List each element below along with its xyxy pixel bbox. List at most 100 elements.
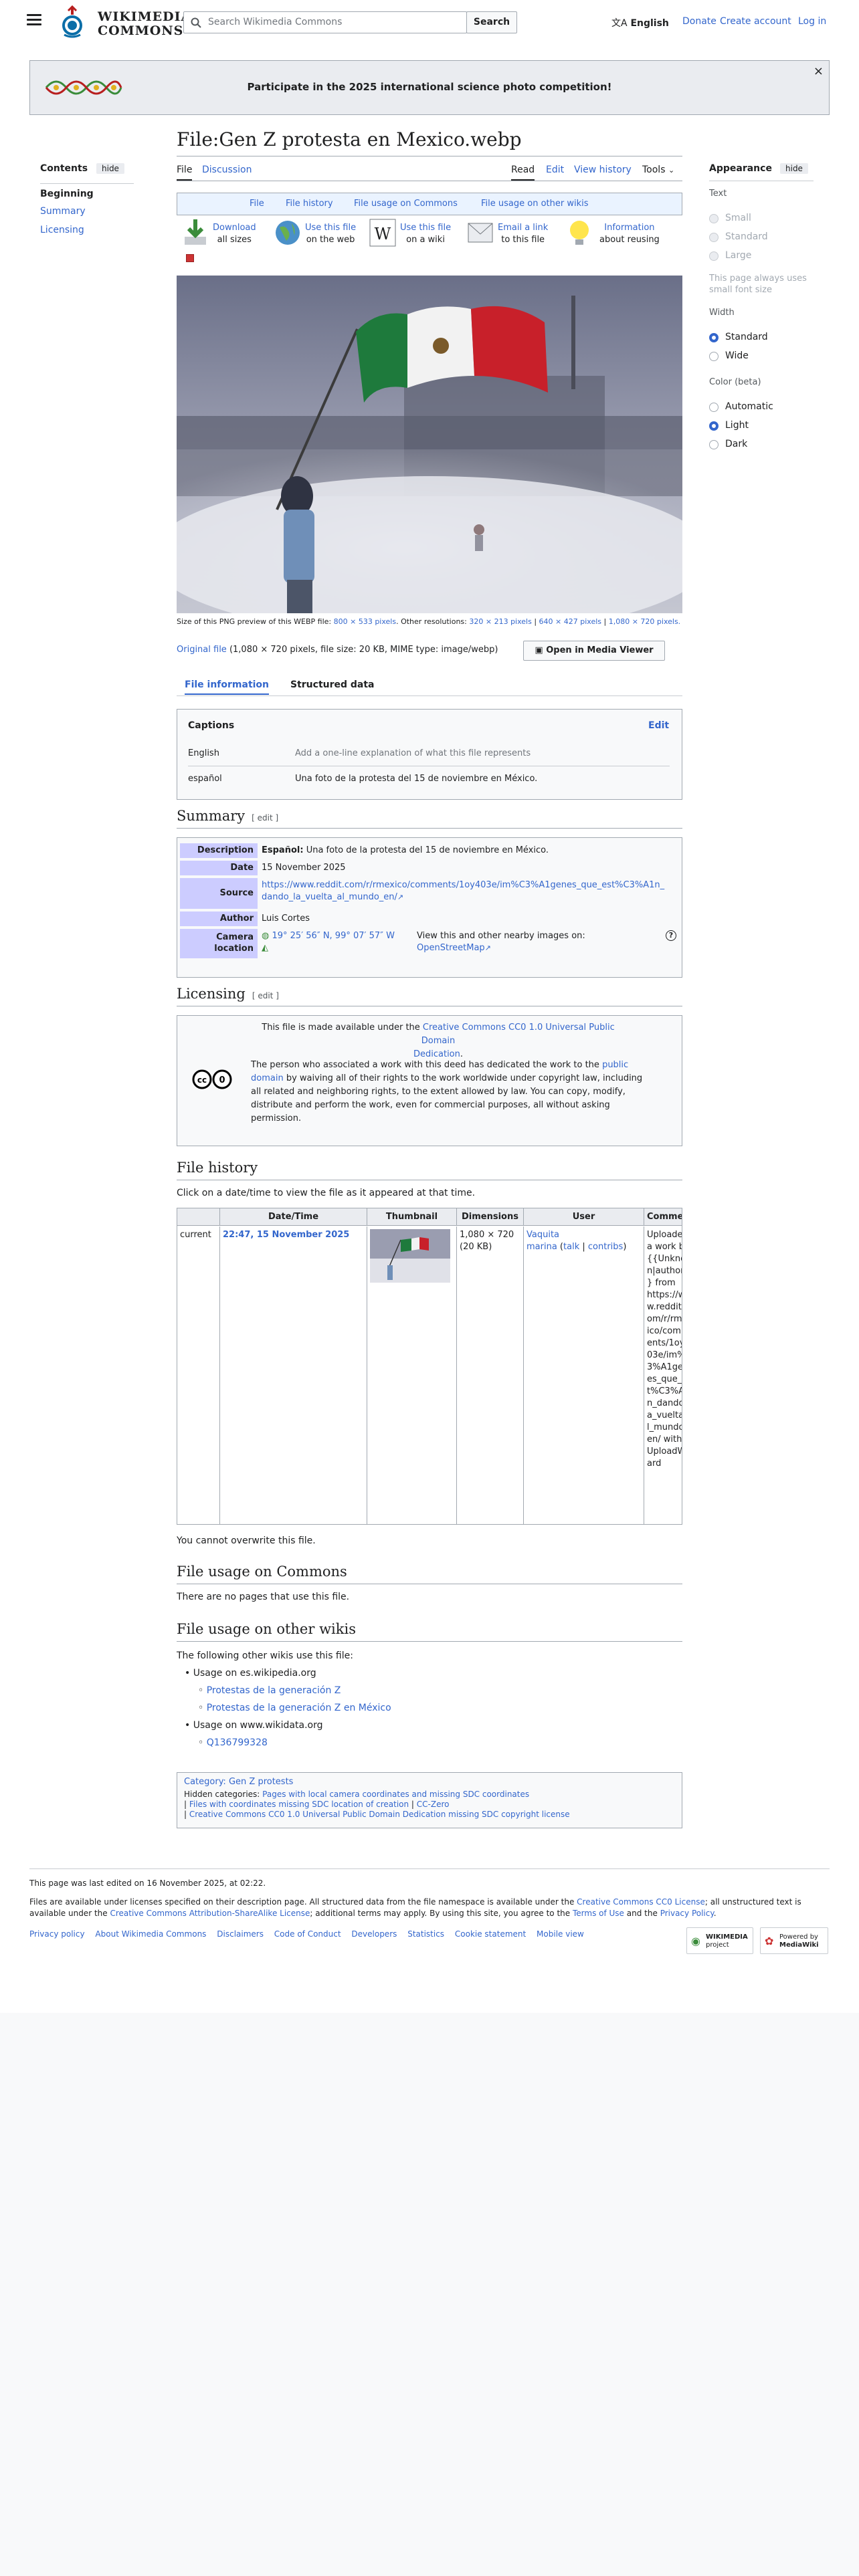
- login-link[interactable]: Log in: [798, 16, 826, 27]
- toc-item-summary[interactable]: Summary: [40, 206, 86, 217]
- download-label[interactable]: Download: [213, 222, 256, 234]
- color-dark-radio[interactable]: [709, 440, 719, 449]
- subnav-file[interactable]: File: [250, 199, 264, 209]
- width-standard-radio[interactable]: [709, 333, 719, 342]
- appearance-hide-button[interactable]: hide: [780, 163, 808, 174]
- caption-english-input[interactable]: Add a one-line explanation of what this …: [295, 748, 531, 758]
- main-image[interactable]: [177, 276, 682, 613]
- history-thumbnail[interactable]: [370, 1229, 450, 1283]
- email-link-label[interactable]: Email a link: [498, 222, 548, 234]
- tab-discussion[interactable]: Discussion: [202, 165, 252, 175]
- search-button[interactable]: Search: [466, 11, 517, 33]
- email-link-tool[interactable]: Email a link to this file: [467, 218, 567, 251]
- toc-hide-button[interactable]: hide: [96, 163, 124, 174]
- reuse-info-tool[interactable]: Information about reusing: [566, 218, 666, 251]
- subnav-usage-commons[interactable]: File usage on Commons: [354, 199, 458, 209]
- usage-page-2[interactable]: Protestas de la generación Z en México: [207, 1703, 391, 1713]
- history-datetime-link[interactable]: 22:47, 15 November 2025: [223, 1230, 349, 1240]
- toc-item-beginning[interactable]: Beginning: [40, 189, 94, 199]
- help-icon[interactable]: ?: [666, 930, 676, 941]
- competition-banner[interactable]: Participate in the 2025 international sc…: [29, 60, 830, 115]
- map-icon[interactable]: ◭: [262, 942, 395, 954]
- donate-link[interactable]: Donate: [682, 16, 717, 27]
- tab-tools[interactable]: Tools ⌄: [642, 165, 674, 175]
- footer-link-disclaimers[interactable]: Disclaimers: [217, 1929, 264, 1939]
- footer-privacy-link[interactable]: Privacy Policy: [660, 1909, 714, 1918]
- footer-link-statistics[interactable]: Statistics: [407, 1929, 444, 1939]
- openstreetmap-link[interactable]: OpenStreetMap: [417, 943, 485, 953]
- color-automatic-label[interactable]: Automatic: [725, 401, 773, 412]
- subnav-usage-other[interactable]: File usage on other wikis: [481, 199, 589, 209]
- category-gen-z-link[interactable]: Gen Z protests: [229, 1777, 293, 1787]
- download-tool[interactable]: Download all sizes: [182, 218, 276, 251]
- open-media-viewer-button[interactable]: ▣ Open in Media Viewer: [523, 641, 665, 661]
- wikimedia-project-badge[interactable]: ◉ WIKIMEDIA project: [686, 1927, 753, 1954]
- color-light-radio[interactable]: [709, 421, 719, 431]
- size-800-link[interactable]: 800 × 533 pixels: [334, 617, 396, 626]
- powered-by-mediawiki-badge[interactable]: ✿ Powered by MediaWiki: [760, 1927, 828, 1954]
- color-dark-label[interactable]: Dark: [725, 439, 747, 449]
- tab-edit[interactable]: Edit: [546, 165, 564, 175]
- footer-terms-link[interactable]: Terms of Use: [573, 1909, 624, 1918]
- tab-file-information[interactable]: File information: [185, 679, 270, 695]
- size-320-link[interactable]: 320 × 213 pixels: [469, 617, 531, 626]
- tab-structured-data[interactable]: Structured data: [290, 679, 375, 690]
- create-account-link[interactable]: Create account: [720, 16, 791, 27]
- tab-file[interactable]: File: [177, 165, 193, 181]
- language-selector[interactable]: 文A English: [611, 16, 669, 29]
- hidden-cat-1[interactable]: Pages with local camera coordinates and …: [262, 1790, 529, 1799]
- width-standard-label[interactable]: Standard: [725, 332, 768, 342]
- toc-item-licensing[interactable]: Licensing: [40, 225, 84, 235]
- usage-page-wikidata[interactable]: Q136799328: [207, 1737, 268, 1748]
- licensing-edit-link[interactable]: [ edit ]: [252, 991, 279, 1000]
- original-file-link[interactable]: Original file: [177, 645, 227, 655]
- search-input[interactable]: [208, 17, 462, 27]
- cc0-license-link-cont[interactable]: Dedication: [413, 1049, 460, 1059]
- footer-cc0-link[interactable]: Creative Commons CC0 License: [577, 1897, 705, 1907]
- hidden-cat-3[interactable]: CC-Zero: [417, 1800, 450, 1809]
- use-on-web-label[interactable]: Use this file: [305, 222, 356, 234]
- footer-link-code-of-conduct[interactable]: Code of Conduct: [274, 1929, 341, 1939]
- color-automatic-radio[interactable]: [709, 403, 719, 412]
- footer-link-mobile[interactable]: Mobile view: [537, 1929, 584, 1939]
- subnav-file-history[interactable]: File history: [286, 199, 333, 209]
- width-wide-label[interactable]: Wide: [725, 350, 749, 361]
- public-domain-link[interactable]: public: [602, 1060, 628, 1070]
- history-user-link[interactable]: Vaquita: [527, 1229, 641, 1241]
- cc0-license-link[interactable]: Creative Commons CC0 1.0 Universal Publi…: [421, 1023, 615, 1046]
- footer-ccbysa-link[interactable]: Creative Commons Attribution-ShareAlike …: [110, 1909, 310, 1918]
- usage-other-heading: File usage on other wikis: [177, 1621, 356, 1637]
- use-on-wiki-tool[interactable]: W Use this file on a wiki: [369, 218, 470, 251]
- hidden-cat-4[interactable]: Creative Commons CC0 1.0 Universal Publi…: [189, 1810, 570, 1819]
- history-talk-link[interactable]: talk: [563, 1242, 579, 1252]
- menu-icon[interactable]: [27, 14, 41, 26]
- use-on-wiki-label[interactable]: Use this file: [400, 222, 451, 234]
- banner-text[interactable]: Participate in the 2025 international sc…: [30, 81, 829, 93]
- search-box[interactable]: [183, 11, 467, 33]
- reuse-info-label[interactable]: Information: [599, 222, 660, 234]
- banner-close-icon[interactable]: ×: [814, 64, 824, 78]
- history-contribs-link[interactable]: contribs: [588, 1242, 623, 1252]
- usage-page-1[interactable]: Protestas de la generación Z: [207, 1685, 341, 1696]
- footer-link-privacy[interactable]: Privacy policy: [29, 1929, 85, 1939]
- footer-link-developers[interactable]: Developers: [351, 1929, 397, 1939]
- tab-read[interactable]: Read: [511, 165, 535, 181]
- summary-edit-link[interactable]: [ edit ]: [252, 813, 278, 823]
- camera-coords-link[interactable]: 19° 25′ 56″ N, 99° 07′ 57″ W: [272, 931, 395, 941]
- width-wide-radio[interactable]: [709, 352, 719, 361]
- tab-view-history[interactable]: View history: [574, 165, 632, 175]
- color-light-label[interactable]: Light: [725, 420, 749, 431]
- hidden-cat-2[interactable]: Files with coordinates missing SDC locat…: [189, 1800, 409, 1809]
- category-label[interactable]: Category:: [184, 1777, 226, 1787]
- history-user-link-cont[interactable]: marina: [527, 1242, 557, 1252]
- public-domain-link-cont[interactable]: domain: [251, 1073, 284, 1083]
- source-link[interactable]: https://www.reddit.com/r/rmexico/comment…: [262, 879, 664, 891]
- source-link-cont[interactable]: dando_la_vuelta_al_mundo_en/: [262, 892, 397, 902]
- captions-edit-button[interactable]: Edit: [648, 720, 669, 731]
- footer-link-cookie[interactable]: Cookie statement: [455, 1929, 526, 1939]
- size-1080-link[interactable]: 1,080 × 720 pixels.: [609, 617, 680, 626]
- pdf-icon[interactable]: [186, 254, 194, 262]
- size-640-link[interactable]: 640 × 427 pixels: [539, 617, 601, 626]
- use-on-web-tool[interactable]: Use this file on the web: [274, 218, 368, 251]
- footer-link-about[interactable]: About Wikimedia Commons: [95, 1929, 206, 1939]
